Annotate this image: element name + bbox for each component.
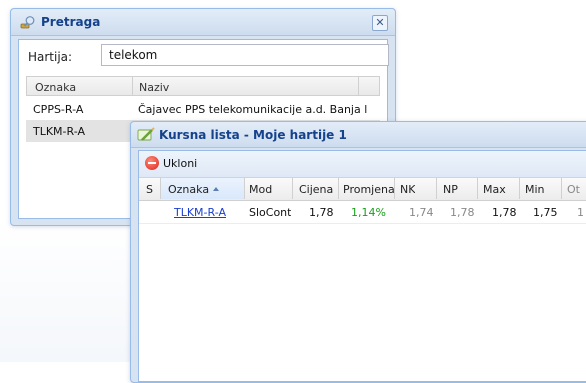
search-window-title: Pretraga bbox=[41, 15, 101, 29]
quote-list-window: Kursna lista - Moje hartije 1 Ukloni S O… bbox=[130, 121, 586, 383]
close-icon: ✕ bbox=[375, 16, 385, 29]
search-window-titlebar[interactable]: Pretraga ✕ bbox=[11, 9, 395, 36]
cell-oznaka: CPPS-R-A bbox=[33, 103, 84, 116]
search-input[interactable]: telekom bbox=[101, 44, 389, 66]
column-divider[interactable] bbox=[292, 178, 293, 199]
column-divider[interactable] bbox=[519, 178, 520, 199]
column-divider[interactable] bbox=[244, 178, 245, 199]
cell-naziv: Čajavec PPS telekomunikacije a.d. Banja … bbox=[138, 103, 368, 116]
column-header-nk[interactable]: NK bbox=[400, 183, 415, 196]
cell-max: 1,78 bbox=[492, 206, 517, 219]
quote-list-panel: Ukloni S Oznaka Mod Cijena Promjena NK N… bbox=[138, 150, 586, 382]
cell-mod: SloCont bbox=[249, 206, 292, 219]
pencil-icon bbox=[137, 127, 155, 143]
magnifier-icon bbox=[20, 15, 36, 29]
toolbar: Ukloni bbox=[139, 151, 586, 178]
column-header-naziv[interactable]: Naziv bbox=[139, 81, 169, 94]
cell-np: 1,78 bbox=[450, 206, 475, 219]
column-divider[interactable] bbox=[132, 77, 133, 95]
cell-ot: 1 bbox=[577, 206, 584, 219]
remove-button-label: Ukloni bbox=[163, 157, 198, 170]
close-button[interactable]: ✕ bbox=[372, 15, 388, 31]
quote-list-titlebar[interactable]: Kursna lista - Moje hartije 1 bbox=[131, 122, 586, 148]
table-row[interactable]: CPPS-R-A Čajavec PPS telekomunikacije a.… bbox=[26, 98, 380, 120]
column-header-oznaka[interactable]: Oznaka bbox=[168, 183, 209, 196]
column-header-cijena[interactable]: Cijena bbox=[299, 183, 333, 196]
cell-promjena: 1,14% bbox=[351, 206, 386, 219]
cell-nk: 1,74 bbox=[409, 206, 434, 219]
column-header-mod[interactable]: Mod bbox=[249, 183, 272, 196]
cell-cijena: 1,78 bbox=[309, 206, 334, 219]
column-divider[interactable] bbox=[358, 77, 359, 95]
column-header-s[interactable]: S bbox=[146, 183, 153, 196]
quote-list-title: Kursna lista - Moje hartije 1 bbox=[159, 128, 347, 142]
cell-oznaka: TLKM-R-A bbox=[33, 125, 85, 138]
table-row[interactable]: TLKM-R-A SloCont 1,78 1,14% 1,74 1,78 1,… bbox=[139, 201, 586, 224]
column-header-min[interactable]: Min bbox=[525, 183, 545, 196]
column-divider[interactable] bbox=[561, 178, 562, 199]
column-header-oznaka[interactable]: Oznaka bbox=[35, 81, 76, 94]
column-divider[interactable] bbox=[338, 178, 339, 199]
column-header-ot[interactable]: Ot bbox=[567, 183, 580, 196]
column-divider[interactable] bbox=[436, 178, 437, 199]
cell-min: 1,75 bbox=[533, 206, 558, 219]
hartija-label: Hartija: bbox=[28, 50, 73, 64]
sort-ascending-icon bbox=[213, 187, 219, 191]
column-header-max[interactable]: Max bbox=[483, 183, 506, 196]
column-header-promjena[interactable]: Promjena bbox=[343, 183, 394, 196]
cell-oznaka-link[interactable]: TLKM-R-A bbox=[174, 206, 226, 219]
remove-icon bbox=[145, 156, 159, 170]
column-header-np[interactable]: NP bbox=[443, 183, 458, 196]
quote-grid-header: S Oznaka Mod Cijena Promjena NK NP Max M… bbox=[139, 178, 586, 201]
column-divider[interactable] bbox=[160, 178, 161, 199]
column-divider[interactable] bbox=[477, 178, 478, 199]
results-grid-header: Oznaka Naziv bbox=[26, 76, 380, 96]
column-divider[interactable] bbox=[394, 178, 395, 199]
